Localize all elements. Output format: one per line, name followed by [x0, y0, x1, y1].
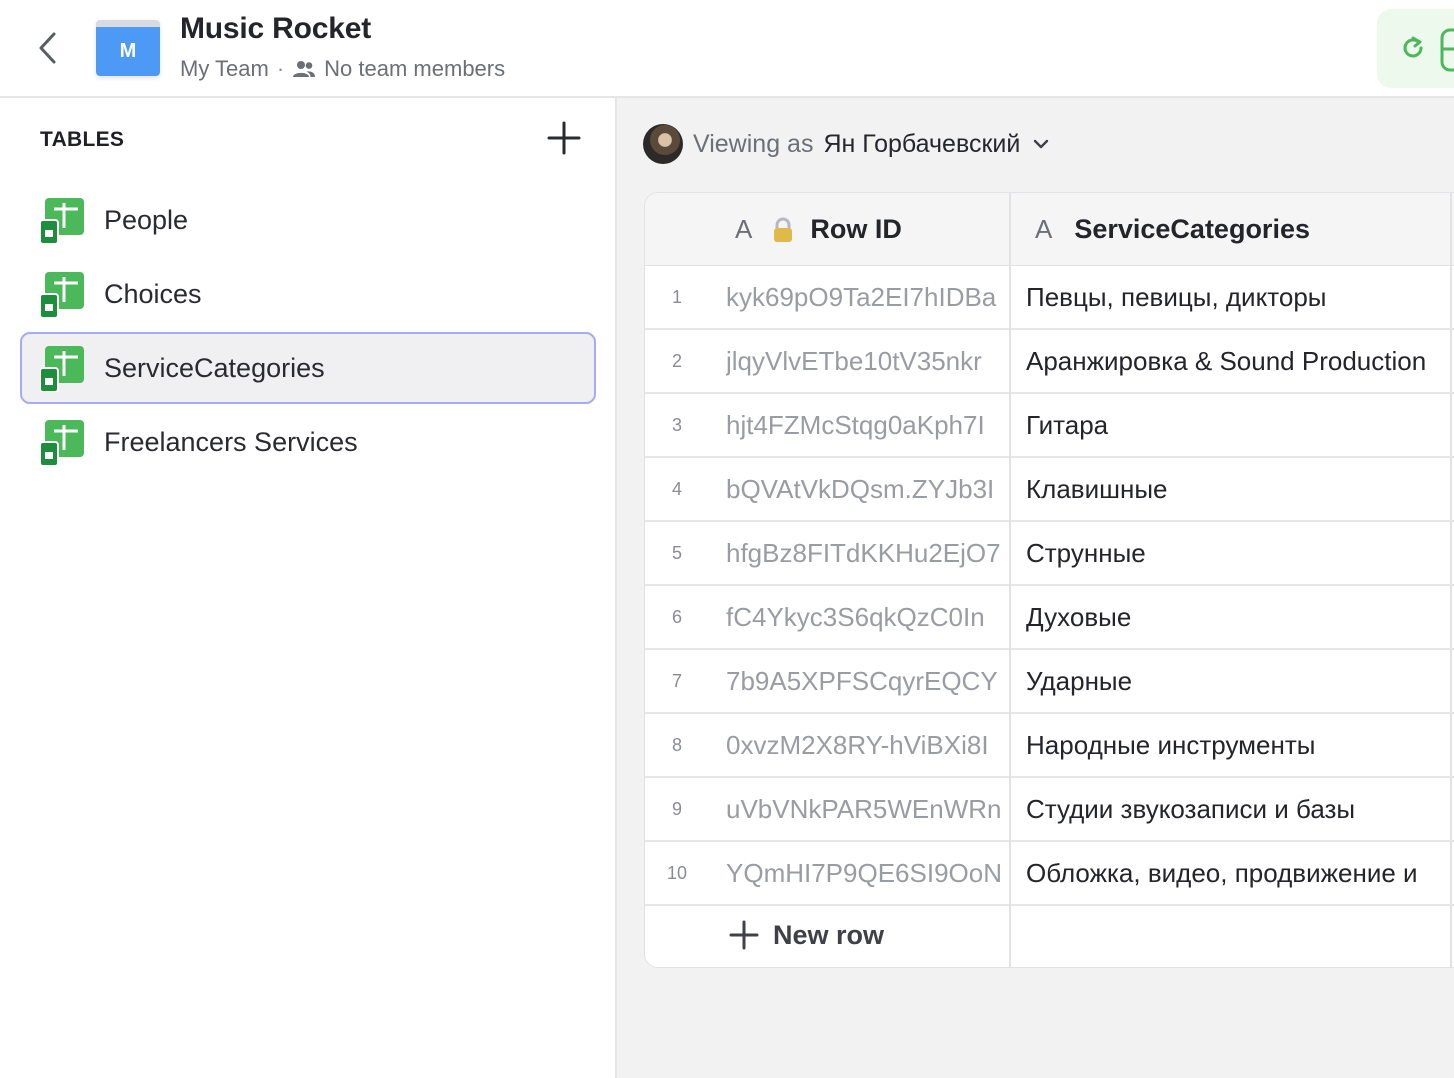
- add-table-button[interactable]: [546, 120, 582, 156]
- category-cell[interactable]: Духовые: [1026, 586, 1454, 648]
- sidebar-item-label: Choices: [104, 278, 202, 309]
- viewing-as-label: Viewing as: [693, 129, 814, 158]
- row-number: 4: [671, 479, 682, 499]
- row-id-cell[interactable]: hfgBz8FITdKKHu2EjO7: [726, 522, 1009, 584]
- table-row[interactable]: 2 jlqyVlvETbe10tV35nkr Аранжировка & Sou…: [645, 330, 1454, 394]
- team-members: No team members: [324, 56, 506, 81]
- row-number: 2: [671, 351, 682, 371]
- new-row-button[interactable]: New row: [729, 915, 884, 955]
- category-cell[interactable]: Студии звукозаписи и базы: [1026, 778, 1454, 840]
- viewing-as-user: Ян Горбачевский: [823, 129, 1021, 158]
- viewing-as-selector[interactable]: Viewing as Ян Горбачевский: [643, 124, 1052, 164]
- text-type-icon: A: [735, 214, 753, 244]
- sidebar-item-label: People: [104, 204, 189, 235]
- new-row-label: New row: [773, 919, 885, 950]
- row-number: 1: [671, 287, 682, 307]
- table-row[interactable]: 5 hfgBz8FITdKKHu2EjO7 Струнные: [645, 522, 1454, 586]
- plus-icon: [547, 121, 581, 155]
- row-id-cell[interactable]: hjt4FZMcStqg0aKph7I: [726, 394, 1009, 456]
- back-button[interactable]: [32, 28, 66, 68]
- table-row[interactable]: 6 fC4Ykyc3S6qkQzC0In Духовые: [645, 586, 1454, 650]
- row-number: 5: [671, 543, 682, 563]
- column-header-label: Row ID: [810, 214, 902, 244]
- row-number: 8: [671, 735, 682, 755]
- app-subtitle: My Team · No team members: [180, 56, 505, 82]
- column-header-servicecategories[interactable]: A ServiceCategories: [1035, 193, 1310, 266]
- table-row[interactable]: 8 0xvzM2X8RY-hViBXi8I Народные инструмен…: [645, 714, 1454, 778]
- separator: ·: [276, 56, 285, 81]
- sidebar-item-freelancers-services[interactable]: Freelancers Services: [20, 406, 596, 478]
- row-number: 6: [671, 607, 682, 627]
- sync-status-button[interactable]: [1377, 9, 1454, 88]
- column-divider[interactable]: [1450, 193, 1452, 967]
- app-title: Music Rocket: [180, 12, 371, 45]
- column-header-label: ServiceCategories: [1074, 214, 1310, 244]
- google-sheets-table-icon: [40, 420, 84, 466]
- category-cell[interactable]: Аранжировка & Sound Production: [1026, 330, 1454, 392]
- row-id-cell[interactable]: jlqyVlvETbe10tV35nkr: [726, 330, 1009, 392]
- tables-heading: TABLES: [40, 128, 125, 151]
- refresh-icon: [1403, 36, 1423, 58]
- category-cell[interactable]: Струнные: [1026, 522, 1454, 584]
- chevron-down-icon: [1034, 139, 1049, 149]
- text-type-icon: A: [1035, 214, 1053, 244]
- chevron-left-icon: [39, 32, 56, 64]
- column-header-row-id[interactable]: A Row ID: [735, 193, 902, 266]
- google-sheets-table-icon: [40, 198, 84, 244]
- app-icon-letter: M: [96, 27, 160, 76]
- sidebar-item-label: ServiceCategories: [104, 352, 325, 383]
- sidebar-item-label: Freelancers Services: [104, 426, 358, 457]
- category-cell[interactable]: Гитара: [1026, 394, 1454, 456]
- row-id-cell[interactable]: 0xvzM2X8RY-hViBXi8I: [726, 714, 1009, 776]
- table-row[interactable]: 10 YQmHI7P9QE6SI9OoN Обложка, видео, про…: [645, 842, 1454, 906]
- sidebar-item-people[interactable]: People: [20, 184, 596, 256]
- category-cell[interactable]: Ударные: [1026, 650, 1454, 712]
- table-row[interactable]: 1 kyk69pO9Ta2EI7hIDBa Певцы, певицы, дик…: [645, 266, 1454, 330]
- row-id-cell[interactable]: uVbVNkPAR5WEnWRn: [726, 778, 1009, 840]
- app-icon: M: [96, 20, 160, 76]
- table-row[interactable]: 7 7b9A5XPFSCqyrEQCY Ударные: [645, 650, 1454, 714]
- sidebar-item-servicecategories[interactable]: ServiceCategories: [20, 332, 596, 404]
- row-id-cell[interactable]: kyk69pO9Ta2EI7hIDBa: [726, 266, 1009, 328]
- row-number: 3: [671, 415, 682, 435]
- data-grid: A Row ID A ServiceCategories 1 kyk69pO9T…: [644, 192, 1454, 968]
- row-id-cell[interactable]: fC4Ykyc3S6qkQzC0In: [726, 586, 1009, 648]
- table-row[interactable]: 3 hjt4FZMcStqg0aKph7I Гитара: [645, 394, 1454, 458]
- row-id-cell[interactable]: YQmHI7P9QE6SI9OoN: [726, 842, 1009, 904]
- row-number: 9: [671, 799, 682, 819]
- table-row[interactable]: 9 uVbVNkPAR5WEnWRn Студии звукозаписи и …: [645, 778, 1454, 842]
- google-sheets-table-icon: [40, 272, 84, 318]
- plus-icon: [729, 920, 759, 950]
- team-name: My Team: [180, 56, 269, 81]
- category-cell[interactable]: Певцы, певицы, дикторы: [1026, 266, 1454, 328]
- table-row[interactable]: 4 bQVAtVkDQsm.ZYJb3I Клавишные: [645, 458, 1454, 522]
- category-cell[interactable]: Народные инструменты: [1026, 714, 1454, 776]
- app-window: M Music Rocket My Team · No team members: [0, 0, 1454, 1078]
- database-icon: [1440, 28, 1454, 72]
- row-id-cell[interactable]: bQVAtVkDQsm.ZYJb3I: [726, 458, 1009, 520]
- column-divider[interactable]: [1009, 193, 1011, 967]
- data-editor: Viewing as Ян Горбачевский A Row ID A Se…: [617, 98, 1454, 1078]
- category-cell[interactable]: Обложка, видео, продвижение и: [1026, 842, 1454, 904]
- people-icon: [293, 61, 316, 77]
- row-number: 10: [666, 863, 688, 883]
- row-id-cell[interactable]: 7b9A5XPFSCqyrEQCY: [726, 650, 1009, 712]
- category-cell[interactable]: Клавишные: [1026, 458, 1454, 520]
- sidebar-item-choices[interactable]: Choices: [20, 258, 596, 330]
- sidebar: TABLES People Choices ServiceCategories …: [0, 98, 617, 1078]
- top-header: M Music Rocket My Team · No team members: [0, 0, 1454, 98]
- avatar: [643, 124, 683, 164]
- row-number: 7: [671, 671, 682, 691]
- google-sheets-table-icon: [40, 346, 84, 392]
- lock-icon: [774, 217, 793, 242]
